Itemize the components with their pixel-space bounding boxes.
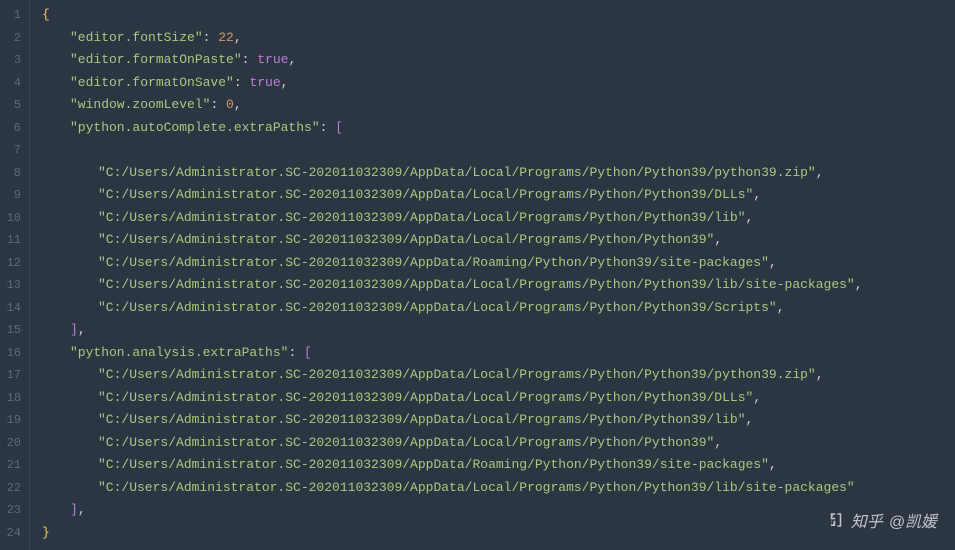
line-number: 8 — [4, 162, 21, 185]
zhihu-logo-icon — [827, 511, 845, 529]
watermark-site: 知乎 — [851, 508, 883, 532]
line-number: 5 — [4, 94, 21, 117]
line-number: 13 — [4, 274, 21, 297]
code-line: "editor.formatOnPaste": true, — [42, 49, 955, 72]
line-number: 7 — [4, 139, 21, 162]
code-line: "python.autoComplete.extraPaths": [ — [42, 117, 955, 140]
line-number: 16 — [4, 342, 21, 365]
line-number: 20 — [4, 432, 21, 455]
code-line: "C:/Users/Administrator.SC-202011032309/… — [42, 297, 955, 320]
line-number: 1 — [4, 4, 21, 27]
watermark-author: @凯媛 — [889, 508, 937, 532]
code-line: "C:/Users/Administrator.SC-202011032309/… — [42, 184, 955, 207]
line-number: 24 — [4, 522, 21, 545]
code-line: "C:/Users/Administrator.SC-202011032309/… — [42, 274, 955, 297]
code-line: "C:/Users/Administrator.SC-202011032309/… — [42, 364, 955, 387]
line-number: 3 — [4, 49, 21, 72]
code-line: "C:/Users/Administrator.SC-202011032309/… — [42, 432, 955, 455]
code-line: "editor.fontSize": 22, — [42, 27, 955, 50]
line-number: 4 — [4, 72, 21, 95]
code-line: "editor.formatOnSave": true, — [42, 72, 955, 95]
line-number: 12 — [4, 252, 21, 275]
code-line: "C:/Users/Administrator.SC-202011032309/… — [42, 229, 955, 252]
line-number: 6 — [4, 117, 21, 140]
line-number: 9 — [4, 184, 21, 207]
line-number: 22 — [4, 477, 21, 500]
code-line: "C:/Users/Administrator.SC-202011032309/… — [42, 207, 955, 230]
code-content[interactable]: { "editor.fontSize": 22, "editor.formatO… — [30, 0, 955, 550]
line-number: 18 — [4, 387, 21, 410]
line-number: 10 — [4, 207, 21, 230]
code-line: "window.zoomLevel": 0, — [42, 94, 955, 117]
line-number: 21 — [4, 454, 21, 477]
code-editor[interactable]: 123456789101112131415161718192021222324 … — [0, 0, 955, 550]
line-number: 14 — [4, 297, 21, 320]
line-number: 15 — [4, 319, 21, 342]
code-line: "C:/Users/Administrator.SC-202011032309/… — [42, 477, 955, 500]
line-number: 2 — [4, 27, 21, 50]
code-line: } — [42, 522, 955, 545]
code-line — [42, 139, 955, 162]
line-number: 23 — [4, 499, 21, 522]
watermark: 知乎 @凯媛 — [827, 508, 937, 532]
line-number: 19 — [4, 409, 21, 432]
code-line: ], — [42, 499, 955, 522]
code-line: "C:/Users/Administrator.SC-202011032309/… — [42, 409, 955, 432]
line-number: 17 — [4, 364, 21, 387]
code-line: { — [42, 4, 955, 27]
code-line: "C:/Users/Administrator.SC-202011032309/… — [42, 454, 955, 477]
line-number: 11 — [4, 229, 21, 252]
line-gutter: 123456789101112131415161718192021222324 — [0, 0, 30, 550]
code-line: "C:/Users/Administrator.SC-202011032309/… — [42, 387, 955, 410]
code-line: "C:/Users/Administrator.SC-202011032309/… — [42, 162, 955, 185]
code-line: "python.analysis.extraPaths": [ — [42, 342, 955, 365]
code-line: ], — [42, 319, 955, 342]
code-line: "C:/Users/Administrator.SC-202011032309/… — [42, 252, 955, 275]
